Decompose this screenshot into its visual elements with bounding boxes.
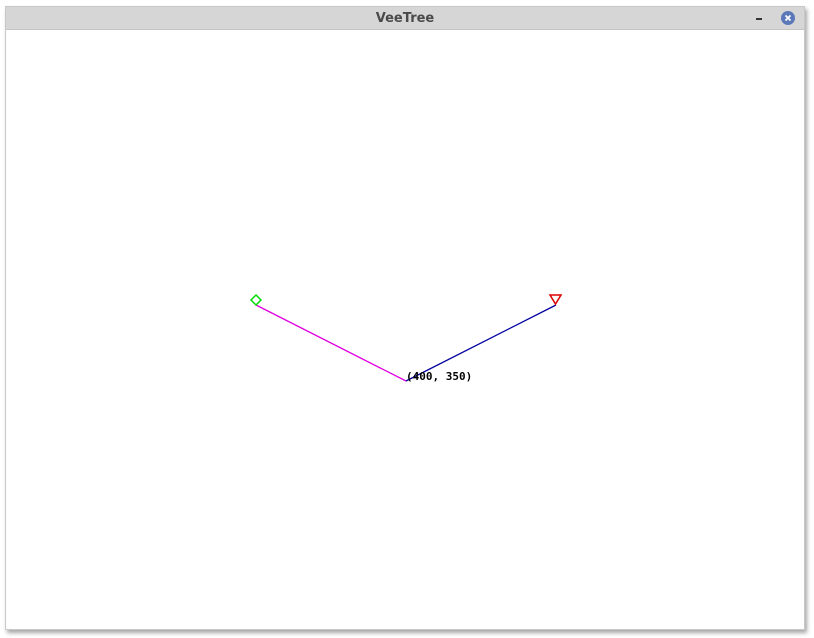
diamond-icon [249,293,263,307]
left-branch-line [255,304,407,382]
vertex-coordinate-label: (400, 350) [406,370,472,383]
minimize-icon [756,18,762,20]
drawing-canvas[interactable]: (400, 350) [6,30,804,629]
close-icon [784,14,792,22]
app-window: VeeTree (400, 350) [5,6,805,630]
close-button[interactable] [781,11,795,25]
title-bar[interactable]: VeeTree [6,7,804,30]
triangle-down-icon [548,294,563,306]
vee-tree-drawing: (400, 350) [249,293,563,383]
window-title: VeeTree [375,11,435,26]
minimize-button[interactable] [752,10,766,26]
